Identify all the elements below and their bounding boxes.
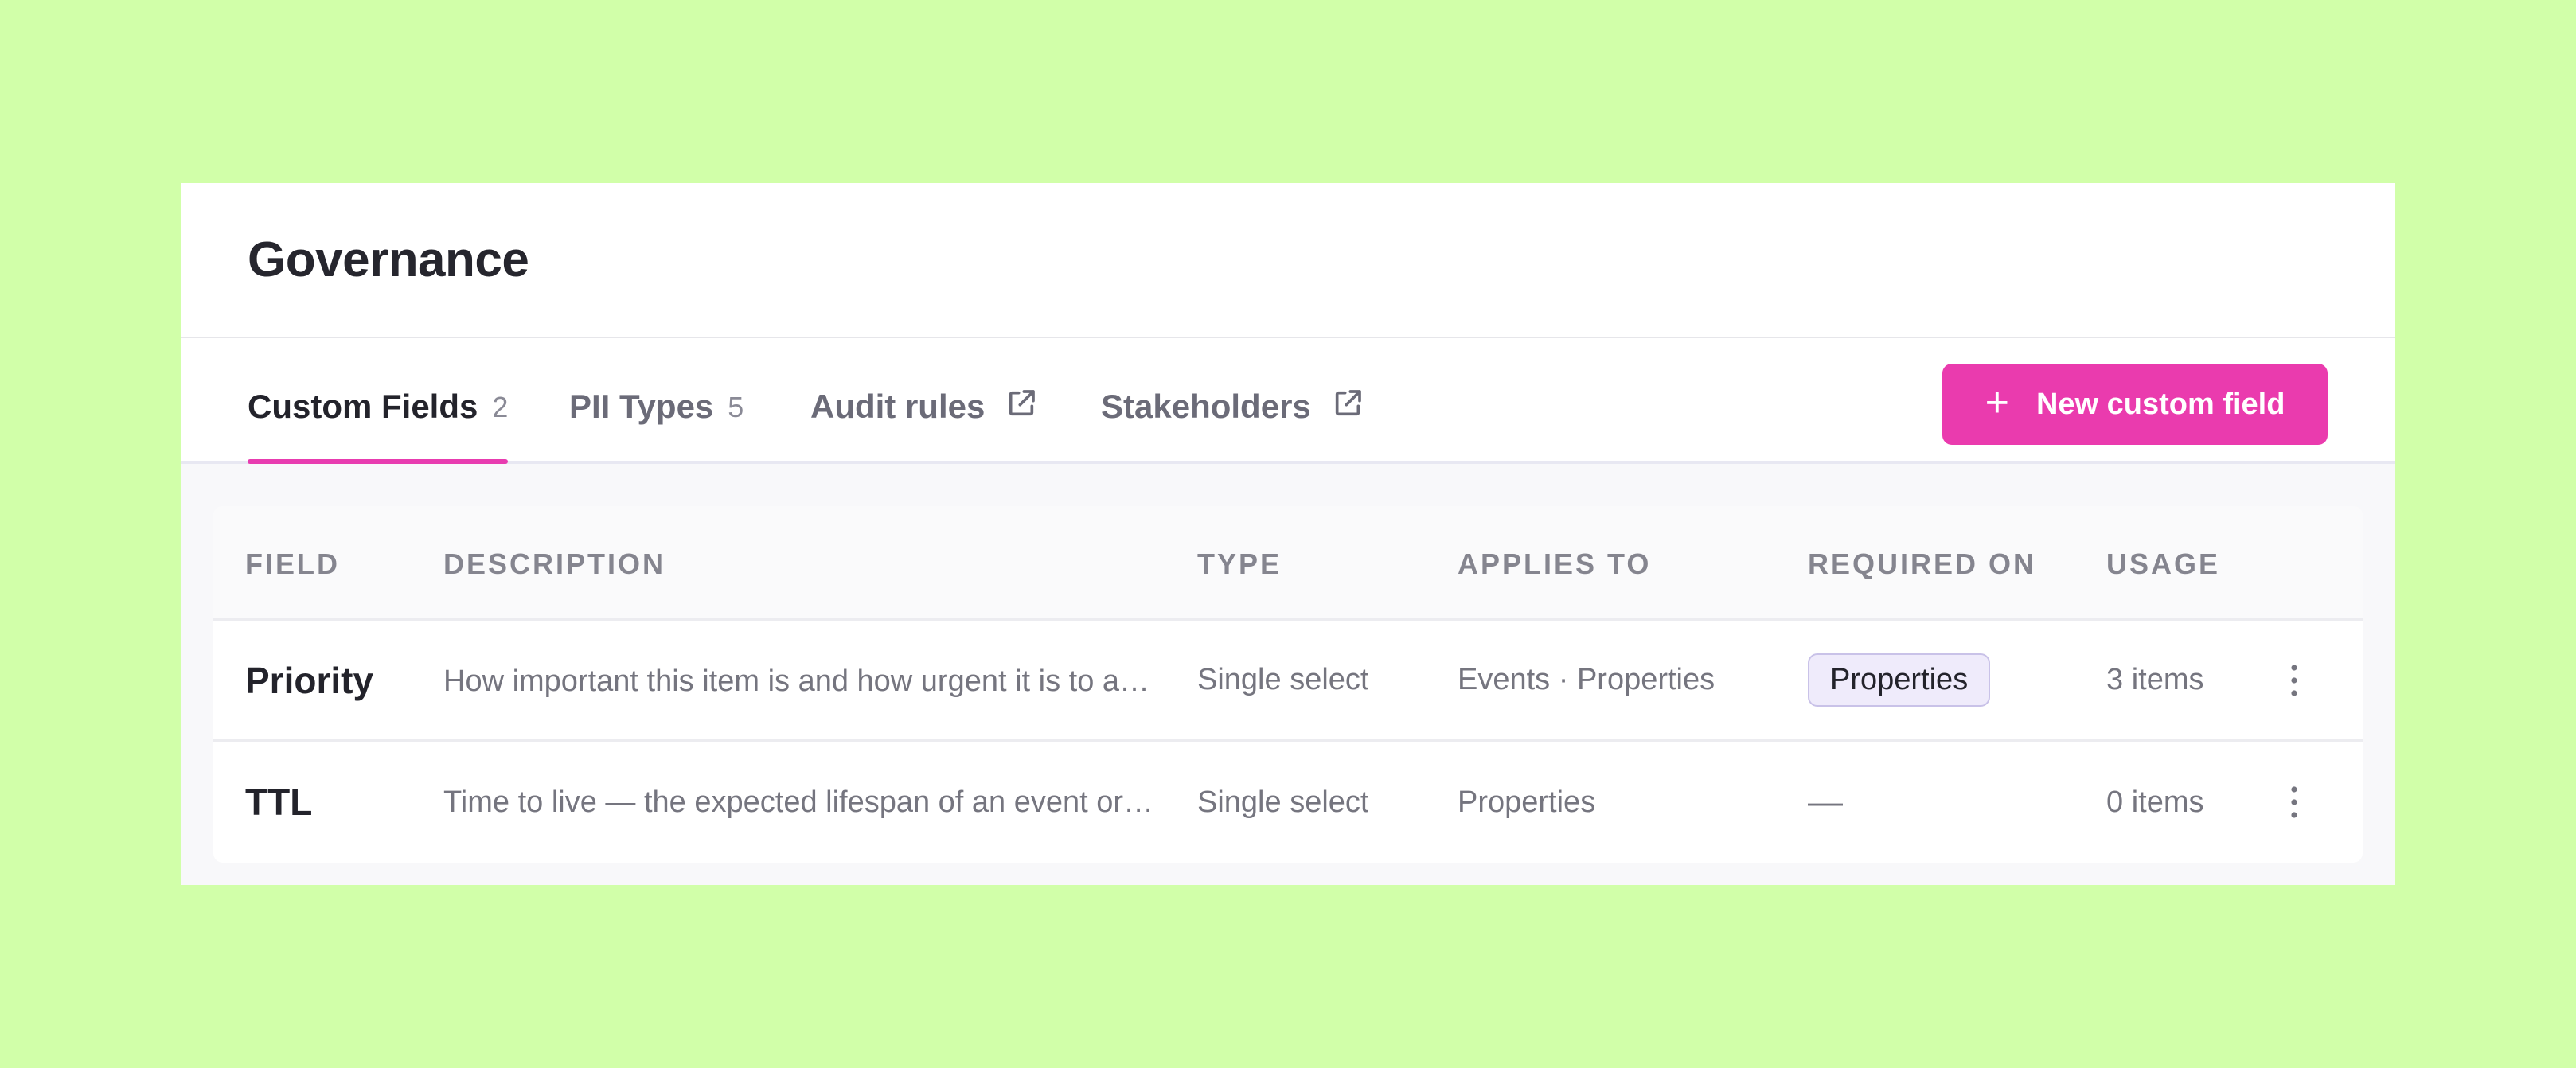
column-header-type[interactable]: TYPE xyxy=(1197,548,1282,581)
external-link-icon xyxy=(1009,390,1036,416)
tab-count: 5 xyxy=(728,391,744,423)
tab-audit-rules[interactable]: Audit rules xyxy=(810,388,1037,461)
table-row[interactable]: Priority How important this item is and … xyxy=(213,621,2363,742)
tab-custom-fields[interactable]: Custom Fields 2 xyxy=(248,388,509,464)
custom-fields-table: FIELD DESCRIPTION TYPE APPLIES TO REQUIR… xyxy=(213,506,2363,863)
row-menu-button[interactable] xyxy=(2289,621,2299,739)
field-usage: 3 items xyxy=(2106,663,2204,696)
column-header-description[interactable]: DESCRIPTION xyxy=(443,548,665,581)
new-custom-field-button[interactable]: + New custom field xyxy=(1942,364,2328,445)
tab-label: PII Types xyxy=(569,388,714,425)
column-header-usage[interactable]: USAGE xyxy=(2106,548,2220,581)
tab-stakeholders[interactable]: Stakeholders xyxy=(1101,388,1364,461)
row-menu-button[interactable] xyxy=(2289,742,2299,863)
page-title: Governance xyxy=(248,232,529,287)
new-custom-field-label: New custom field xyxy=(2035,387,2285,421)
column-header-applies-to[interactable]: APPLIES TO xyxy=(1458,548,1651,581)
page-header: Governance xyxy=(181,183,2395,338)
field-usage: 0 items xyxy=(2106,785,2204,819)
tab-count: 2 xyxy=(492,391,509,423)
field-type: Single select xyxy=(1197,785,1369,819)
field-description: Time to live — the expected lifespan of … xyxy=(443,785,1160,819)
kebab-icon xyxy=(2291,664,2297,696)
field-description: How important this item is and how urgen… xyxy=(443,665,1160,698)
field-applies-to: Properties xyxy=(1458,785,1596,819)
tab-bar: Custom Fields 2 PII Types 5 Audit rules … xyxy=(181,338,2395,464)
tab-label: Audit rules xyxy=(810,388,986,425)
governance-panel: Governance Custom Fields 2 PII Types 5 A… xyxy=(181,183,2395,885)
field-applies-to: Events · Properties xyxy=(1458,663,1715,696)
tab-label: Stakeholders xyxy=(1101,388,1311,425)
field-name: Priority xyxy=(245,659,374,701)
column-header-required-on[interactable]: REQUIRED ON xyxy=(1808,548,2036,581)
tab-label: Custom Fields xyxy=(248,388,478,425)
required-on-badge: Properties xyxy=(1808,653,1991,707)
table-header: FIELD DESCRIPTION TYPE APPLIES TO REQUIR… xyxy=(213,506,2363,621)
required-on-cell: Properties xyxy=(1808,621,1991,739)
column-header-field[interactable]: FIELD xyxy=(245,548,340,581)
table-row[interactable]: TTL Time to live — the expected lifespan… xyxy=(213,742,2363,863)
external-link-icon xyxy=(1335,390,1361,416)
field-type: Single select xyxy=(1197,663,1369,696)
plus-icon: + xyxy=(1985,380,2009,426)
tab-pii-types[interactable]: PII Types 5 xyxy=(569,388,744,461)
field-name: TTL xyxy=(245,782,313,823)
required-on-empty: — xyxy=(1808,782,1843,821)
kebab-icon xyxy=(2291,786,2297,818)
